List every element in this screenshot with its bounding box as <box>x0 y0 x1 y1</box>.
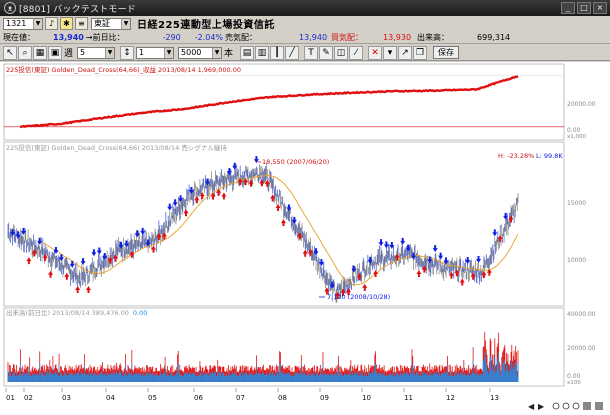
equity-ytick-top: 20000.00 <box>567 101 596 108</box>
volume-ytick-top: 40000.00 <box>567 311 596 318</box>
window-title: [8801] バックテストモード <box>19 4 136 15</box>
x-tick-label: 04 <box>106 394 115 402</box>
quote-row: 現在値： 13,940 →前日比： -290 -2.04% 売気配： 13,94… <box>0 31 610 44</box>
pencil-icon[interactable]: ✎ <box>319 45 334 60</box>
price-change-pct: -2.04% <box>194 32 224 42</box>
price-panel-title: 225投信(東証) Golden_Dead_Cross(64,66) 2013/… <box>6 143 227 152</box>
first-page-icon[interactable] <box>583 402 591 410</box>
price-ytick-10000: 10000 <box>567 257 586 264</box>
count-select[interactable]: 5000 ▼ <box>178 46 223 59</box>
eraser-icon[interactable]: ◫ <box>334 45 349 60</box>
period-value: 5 <box>80 47 86 57</box>
market-select[interactable]: 東証 ▼ <box>91 17 131 30</box>
x-tick-label: 12 <box>446 394 455 402</box>
volume-title-text: 出来高(前日比) 2013/08/14 389,476.00 <box>6 308 129 317</box>
close-button[interactable]: × <box>593 2 607 14</box>
security-row: 1321 ▼ ♪ ✱ ≡ 東証 ▼ 日経225連動型上場投資信託 <box>0 16 610 31</box>
save-button[interactable]: 保存 <box>433 46 460 59</box>
layers-icon[interactable]: ❐ <box>413 45 428 60</box>
brush-icon[interactable]: ⁄ <box>349 45 364 60</box>
volume-ytick-zero: 0.00 <box>567 373 581 380</box>
low-annotation: 7,120 (2008/10/28) <box>327 293 390 301</box>
x-tick-label: 06 <box>194 394 203 402</box>
chevron-down-icon: ▼ <box>105 47 115 58</box>
chart-app-icon: ᴥ <box>4 2 16 14</box>
chart-toolbar: ↖ ⌕ ▦ ▣ 週 5 ▼ ↕ 1 ▼ 5000 ▼ 本 ▤ ▥ ┃ ╱ T ✎… <box>0 45 610 61</box>
list-button[interactable]: ≡ <box>75 17 88 30</box>
x-tick-label: 10 <box>362 394 371 402</box>
candle-icon[interactable]: ┃ <box>270 45 285 60</box>
settings-icon[interactable]: ▾ <box>383 45 398 60</box>
step-select[interactable]: 1 ▼ <box>136 46 175 59</box>
close-x-icon[interactable]: ✕ <box>368 45 383 60</box>
x-tick-label: 02 <box>24 394 33 402</box>
security-name: 日経225連動型上場投資信託 <box>137 20 275 31</box>
chart-type-icon[interactable]: ▤ <box>240 45 255 60</box>
volume-value: 699,314 <box>477 32 511 42</box>
step-value: 1 <box>139 47 145 57</box>
maximize-button[interactable]: □ <box>577 2 591 14</box>
volume-title-value: 0.00 <box>133 309 147 317</box>
volume-unit: x100 <box>567 380 581 386</box>
low-value-label: L: 99.8K <box>536 152 563 160</box>
grid-icon[interactable]: ▦ <box>33 45 47 60</box>
current-price: 13,940 <box>53 32 84 42</box>
prev-label: →前日比： <box>85 32 125 42</box>
window-titlebar: ᴥ [8801] バックテストモード _ □ × <box>0 0 610 16</box>
x-tick-label: 03 <box>62 394 71 402</box>
chevron-down-icon: ▼ <box>121 18 130 29</box>
bookmark-button[interactable]: ✱ <box>60 17 73 30</box>
count-value: 5000 <box>181 47 202 57</box>
volume-panel-title: 出来高(前日比) 2013/08/14 389,476.00 0.00 <box>6 308 147 317</box>
pointer-icon[interactable]: ↖ <box>3 45 17 60</box>
scroll-right-icon[interactable]: ▶ <box>538 402 545 411</box>
last-page-icon[interactable] <box>595 402 603 410</box>
security-code-select[interactable]: 1321 ▼ <box>3 17 43 30</box>
chart-area[interactable]: 225投信(東証) Golden_Dead_Cross(64,66)_収益 20… <box>0 62 610 415</box>
book-label: 本 <box>224 49 234 59</box>
period-unit-label: 週 <box>64 49 74 59</box>
calendar-icon[interactable]: ▣ <box>48 45 62 60</box>
arrow-icon[interactable]: ↗ <box>398 45 413 60</box>
x-tick-label: 08 <box>278 394 287 402</box>
lookup-button[interactable]: ♪ <box>45 17 58 30</box>
x-tick-label: 07 <box>236 394 245 402</box>
x-tick-label: 09 <box>320 394 329 402</box>
minimize-button[interactable]: _ <box>561 2 575 14</box>
market-value: 東証 <box>94 18 110 28</box>
text-icon[interactable]: T <box>304 45 319 60</box>
high-pct-label: H: -23.28% <box>498 152 534 160</box>
high-annotation: 18,550 (2007/06/20) <box>262 158 329 166</box>
price-label: 現在値： <box>3 32 35 42</box>
bar-chart-icon[interactable]: ▥ <box>255 45 270 60</box>
security-code-value: 1321 <box>6 18 27 28</box>
x-tick-label: 05 <box>148 394 157 402</box>
chevron-down-icon: ▼ <box>164 47 174 58</box>
ask-label: 売気配： <box>225 32 258 42</box>
equity-panel-title: 225投信(東証) Golden_Dead_Cross(64,66)_収益 20… <box>6 65 241 74</box>
equity-ytick-zero: 0.00 <box>567 127 581 134</box>
zoom-icon[interactable]: ⌕ <box>18 45 32 60</box>
scroll-left-icon[interactable]: ◀ <box>528 402 535 411</box>
sort-icon[interactable]: ↕ <box>120 45 135 60</box>
line-icon[interactable]: ╱ <box>285 45 300 60</box>
x-tick-label: 01 <box>6 394 15 402</box>
chart-canvas[interactable]: 225投信(東証) Golden_Dead_Cross(64,66)_収益 20… <box>0 62 610 415</box>
price-change: -290 <box>162 32 181 42</box>
volume-ytick-mid: 20000.00 <box>567 345 596 352</box>
ask-price: 13,940 <box>299 32 328 42</box>
price-ytick-15000: 15000 <box>567 200 586 207</box>
x-tick-label: 13 <box>490 394 499 402</box>
bid-price: 13,930 <box>383 32 412 42</box>
chevron-down-icon: ▼ <box>33 18 42 29</box>
volume-label: 出来高： <box>417 32 450 42</box>
equity-unit: x1,000 <box>567 134 587 140</box>
bid-label: 買気配： <box>331 32 364 42</box>
chevron-down-icon: ▼ <box>212 47 222 58</box>
x-tick-label: 11 <box>404 394 413 402</box>
period-select[interactable]: 5 ▼ <box>77 46 116 59</box>
